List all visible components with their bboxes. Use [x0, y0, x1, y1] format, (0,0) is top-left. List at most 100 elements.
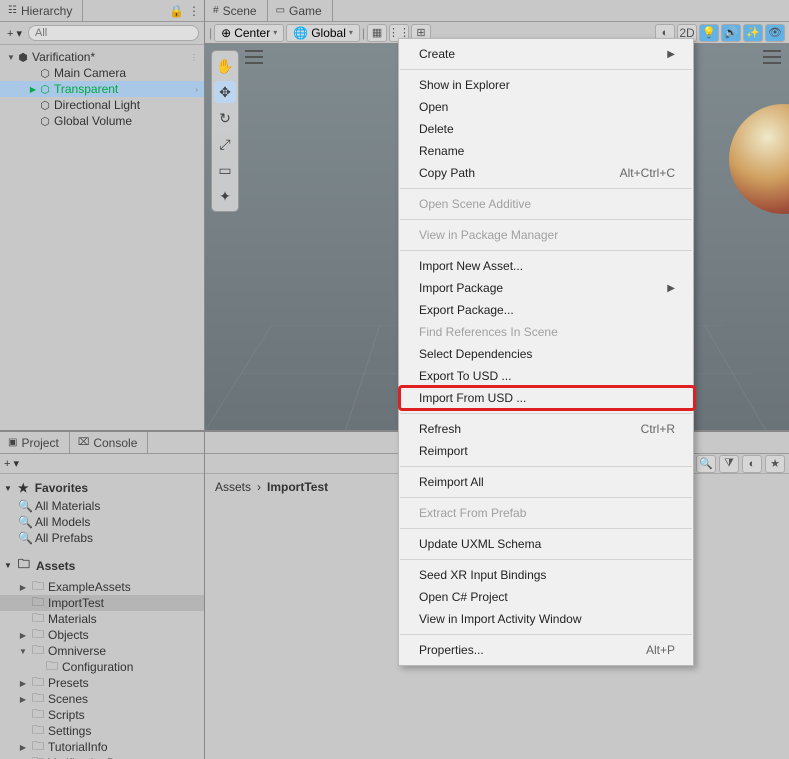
folder-icon: 🗀: [18, 555, 30, 576]
menu-item-import-new-asset[interactable]: Import New Asset...: [399, 255, 693, 277]
chevron-right-icon[interactable]: ▶: [28, 85, 38, 94]
menu-item-view-in-import-activity-window[interactable]: View in Import Activity Window: [399, 608, 693, 630]
menu-shortcut: Alt+P: [646, 643, 675, 657]
menu-item-view-in-package-manager: View in Package Manager: [399, 224, 693, 246]
search-icon[interactable]: 🔍: [696, 455, 716, 473]
pivot-toggle[interactable]: ⊕Center▾: [214, 24, 284, 42]
menu-item-delete[interactable]: Delete: [399, 118, 693, 140]
lighting-icon[interactable]: 💡: [699, 24, 719, 42]
menu-item-label: Select Dependencies: [419, 347, 532, 361]
game-tab[interactable]: ▭ Game: [268, 0, 333, 21]
panel-options: 🔒 ⋮: [169, 4, 204, 18]
move-tool-icon[interactable]: ✥: [214, 81, 236, 103]
scene-root[interactable]: ▼ ⬢ Varification* ⋮: [0, 49, 204, 65]
overlay-menu-left-icon[interactable]: [245, 50, 263, 64]
hierarchy-icon: ☷: [8, 5, 17, 16]
menu-item-label: Show in Explorer: [419, 78, 510, 92]
menu-item-create[interactable]: Create▶: [399, 43, 693, 65]
filter-icon[interactable]: ⧩: [719, 455, 739, 473]
project-create-dropdown[interactable]: + ▾: [2, 457, 21, 470]
lock-icon[interactable]: 🔒: [169, 4, 184, 18]
transform-tool-icon[interactable]: ✦: [214, 185, 236, 207]
project-icon: ▣: [8, 437, 17, 448]
hierarchy-item-main-camera[interactable]: ⬡ Main Camera: [0, 65, 204, 81]
overlay-menu-right-icon[interactable]: [763, 50, 781, 64]
unity-logo-icon: ⬢: [16, 51, 30, 64]
rotate-tool-icon[interactable]: ↻: [214, 107, 236, 129]
hierarchy-item-directional-light[interactable]: ⬡ Directional Light: [0, 97, 204, 113]
space-toggle[interactable]: 🌐Global▾: [286, 24, 360, 42]
menu-item-import-from-usd[interactable]: Import From USD ...: [399, 387, 693, 409]
menu-item-copy-path[interactable]: Copy PathAlt+Ctrl+C: [399, 162, 693, 184]
hierarchy-item-global-volume[interactable]: ⬡ Global Volume: [0, 113, 204, 129]
scale-tool-icon[interactable]: ⤢: [214, 133, 236, 155]
menu-item-export-package[interactable]: Export Package...: [399, 299, 693, 321]
save-icon[interactable]: ★: [765, 455, 785, 473]
create-dropdown[interactable]: + ▾: [5, 27, 24, 40]
folder-omniverse[interactable]: ▼🗀Omniverse: [0, 643, 204, 659]
viewport-object-sphere-2[interactable]: [729, 104, 789, 214]
open-prefab-arrow-icon[interactable]: ›: [195, 85, 200, 94]
gizmos-icon[interactable]: 👁: [765, 24, 785, 42]
project-toolbar: + ▾: [0, 454, 204, 474]
menu-item-import-package[interactable]: Import Package▶: [399, 277, 693, 299]
favorites-header[interactable]: ▼★Favorites: [0, 478, 204, 498]
chevron-right-icon: ▶: [667, 283, 675, 294]
menu-item-refresh[interactable]: Refresh Ctrl+R: [399, 418, 693, 440]
chevron-right-icon: ›: [257, 480, 261, 494]
menu-item-show-in-explorer[interactable]: Show in Explorer: [399, 74, 693, 96]
menu-item-reimport[interactable]: Reimport: [399, 440, 693, 462]
console-tab[interactable]: ⌧Console: [70, 432, 149, 453]
folder-verificationdata[interactable]: ▶🗀VerificationData: [0, 755, 204, 759]
assets-header[interactable]: ▼🗀Assets: [0, 552, 204, 579]
fx-icon[interactable]: ✨: [743, 24, 763, 42]
scene-icon: #: [213, 5, 219, 16]
menu-item-rename[interactable]: Rename: [399, 140, 693, 162]
project-tab[interactable]: ▣Project: [0, 432, 70, 453]
menu-icon[interactable]: ⋮: [188, 4, 200, 18]
breadcrumb-root[interactable]: Assets: [215, 480, 251, 494]
project-tree: ▼★Favorites 🔍All Materials 🔍All Models 🔍…: [0, 474, 204, 759]
hierarchy-search[interactable]: [28, 25, 199, 41]
menu-item-label: Open: [419, 100, 448, 114]
menu-item-export-to-usd[interactable]: Export To USD ...: [399, 365, 693, 387]
favorite-all-materials[interactable]: 🔍All Materials: [0, 498, 204, 514]
favorite-all-prefabs[interactable]: 🔍All Prefabs: [0, 530, 204, 546]
folder-icon: 🗀: [45, 657, 59, 678]
scene-menu-icon[interactable]: ⋮: [190, 53, 200, 62]
favorite-all-models[interactable]: 🔍All Models: [0, 514, 204, 530]
grid-snap-icon[interactable]: ▦: [367, 24, 387, 42]
menu-item-seed-xr-input-bindings[interactable]: Seed XR Input Bindings: [399, 564, 693, 586]
gameobject-icon: ⬡: [38, 99, 52, 112]
folder-icon: 🗀: [31, 641, 45, 662]
menu-item-reimport-all[interactable]: Reimport All: [399, 471, 693, 493]
visibility-icon[interactable]: ◐: [742, 455, 762, 473]
menu-item-label: Export Package...: [419, 303, 514, 317]
menu-separator: [400, 559, 692, 560]
menu-item-open-c-project[interactable]: Open C# Project: [399, 586, 693, 608]
menu-item-open[interactable]: Open: [399, 96, 693, 118]
menu-item-label: Open C# Project: [419, 590, 508, 604]
scene-tab[interactable]: # Scene: [205, 0, 268, 21]
audio-icon[interactable]: 🔊: [721, 24, 741, 42]
menu-item-label: Refresh: [419, 422, 461, 436]
folder-icon: 🗀: [31, 753, 45, 759]
hierarchy-tab[interactable]: ☷ Hierarchy: [0, 0, 83, 21]
context-menu: Create▶Show in ExplorerOpenDeleteRenameC…: [398, 38, 694, 666]
menu-item-label: Find References In Scene: [419, 325, 558, 339]
menu-item-label: View in Import Activity Window: [419, 612, 582, 626]
menu-separator: [400, 250, 692, 251]
menu-shortcut: Ctrl+R: [641, 422, 675, 436]
hand-tool-icon[interactable]: ✋: [214, 55, 236, 77]
menu-item-select-dependencies[interactable]: Select Dependencies: [399, 343, 693, 365]
menu-item-properties[interactable]: Properties...Alt+P: [399, 639, 693, 661]
tools-overlay: ✋ ✥ ↻ ⤢ ▭ ✦: [211, 50, 239, 212]
game-icon: ▭: [276, 5, 285, 16]
hierarchy-item-transparent[interactable]: ▶ ⬡ Transparent ›: [0, 81, 204, 97]
scene-tab-bar: # Scene ▭ Game: [205, 0, 789, 22]
menu-item-update-uxml-schema[interactable]: Update UXML Schema: [399, 533, 693, 555]
menu-item-label: Delete: [419, 122, 454, 136]
chevron-down-icon[interactable]: ▼: [6, 53, 16, 62]
rect-tool-icon[interactable]: ▭: [214, 159, 236, 181]
breadcrumb-current[interactable]: ImportTest: [267, 480, 328, 494]
